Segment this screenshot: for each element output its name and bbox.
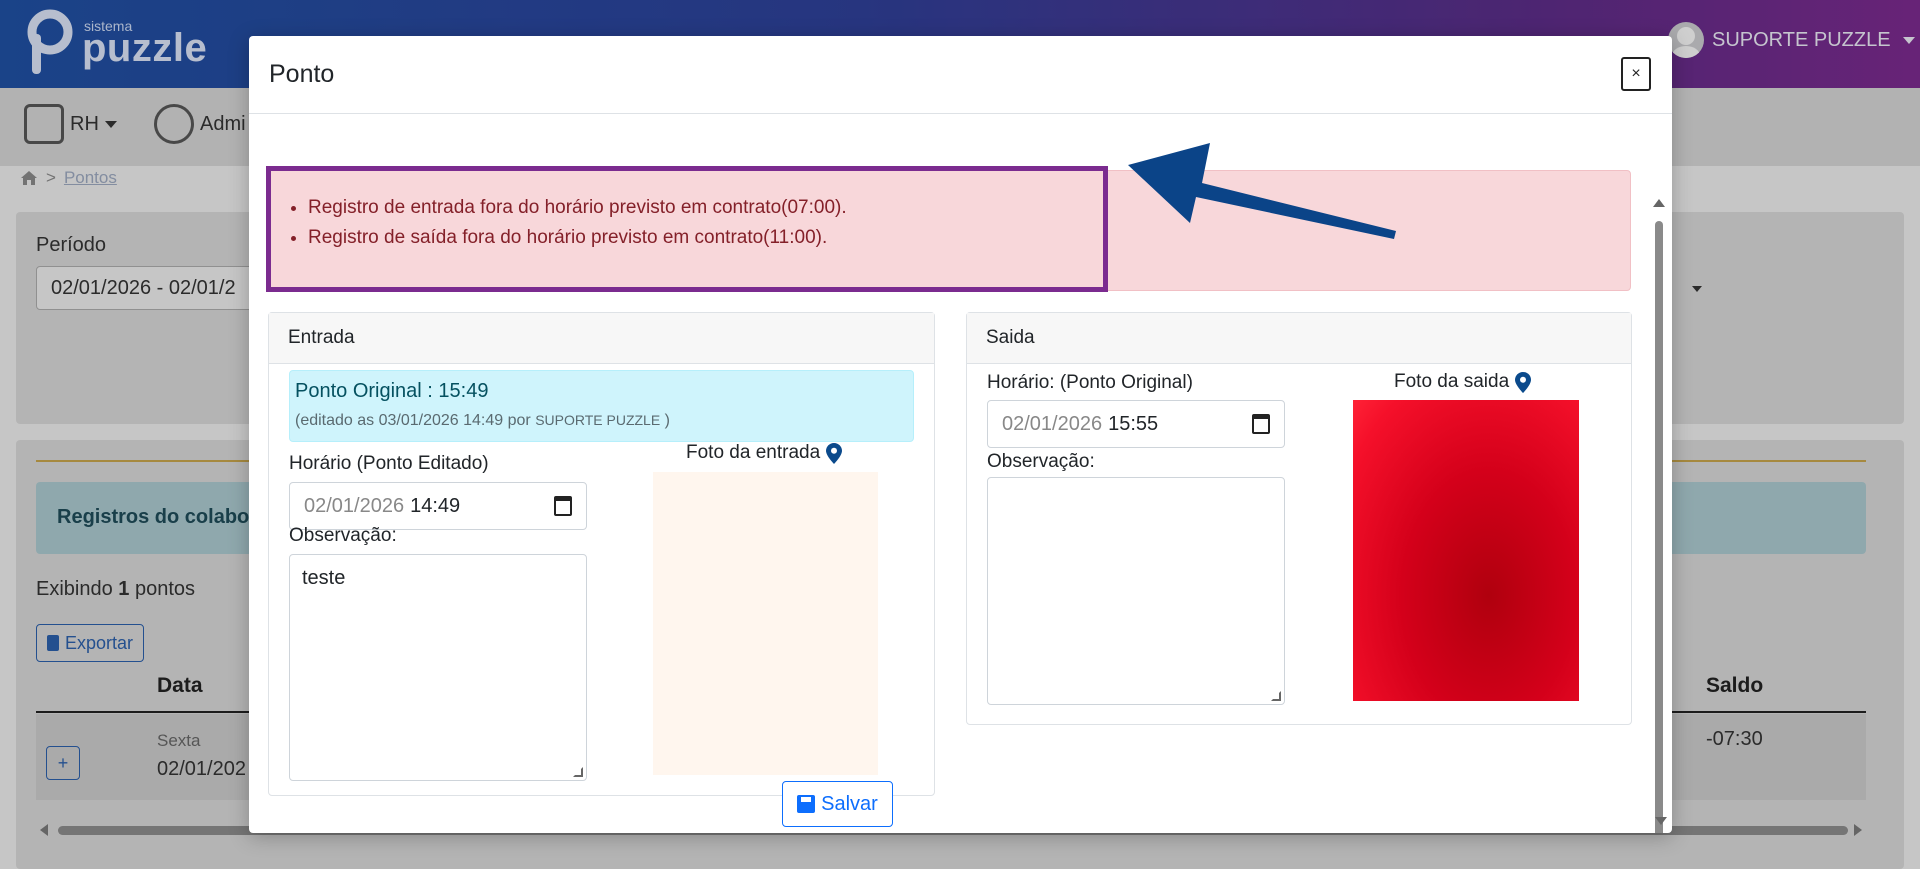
entrada-time: 14:49 — [410, 494, 461, 517]
scrollbar-thumb[interactable] — [1655, 221, 1663, 833]
edit-note-suffix: ) — [660, 412, 670, 429]
saida-datetime-input[interactable]: 02/01/2026 15:55 — [987, 400, 1285, 448]
annotation-arrow-icon — [1128, 143, 1396, 239]
original-info-box: Ponto Original : 15:49 (editado as 03/01… — [289, 370, 914, 442]
edit-note-prefix: (editado as 03/01/2026 14:49 por — [295, 412, 536, 429]
resize-handle-icon[interactable] — [1271, 691, 1281, 701]
entrada-obs-label: Observação: — [289, 525, 397, 546]
entrada-foto-text: Foto da entrada — [686, 442, 821, 463]
resize-handle-icon[interactable] — [573, 767, 583, 777]
scroll-up-icon[interactable] — [1653, 199, 1665, 207]
entrada-card: Entrada Ponto Original : 15:49 (editado … — [268, 312, 935, 796]
original-punch-title: Ponto Original : 15:49 — [295, 380, 489, 402]
modal-body: Registro de entrada fora do horário prev… — [249, 115, 1672, 833]
calendar-icon[interactable] — [1252, 414, 1270, 434]
saida-horario-label: Horário: (Ponto Original) — [987, 372, 1193, 393]
scroll-down-icon[interactable] — [1654, 815, 1668, 827]
ponto-modal: Ponto × Registro de entrada fora do horá… — [249, 36, 1672, 833]
modal-vertical-scrollbar[interactable] — [1652, 199, 1666, 833]
map-pin-icon[interactable] — [1515, 371, 1532, 393]
saida-photo[interactable] — [1353, 400, 1579, 701]
entrada-obs-textarea[interactable]: teste — [289, 554, 587, 781]
entrada-foto-label: Foto da entrada — [686, 442, 843, 464]
entrada-photo[interactable] — [653, 472, 878, 775]
saida-card: Saida Horário: (Ponto Original) 02/01/20… — [966, 312, 1632, 725]
highlight-box — [266, 166, 1108, 292]
entrada-obs-value: teste — [302, 567, 346, 589]
saida-time: 15:55 — [1108, 412, 1159, 435]
entrada-date: 02/01/2026 — [304, 494, 405, 517]
entrada-card-header: Entrada — [269, 313, 934, 364]
save-button[interactable]: Salvar — [782, 781, 893, 827]
entrada-datetime-input[interactable]: 02/01/2026 14:49 — [289, 482, 587, 530]
saida-obs-label: Observação: — [987, 451, 1095, 472]
calendar-icon[interactable] — [554, 496, 572, 516]
modal-title: Ponto — [269, 60, 335, 88]
saida-foto-label: Foto da saida — [1394, 371, 1532, 393]
save-label: Salvar — [821, 792, 878, 815]
edit-note-user: SUPORTE PUZZLE — [535, 412, 661, 428]
saida-obs-textarea[interactable] — [987, 477, 1285, 705]
saida-foto-text: Foto da saida — [1394, 371, 1510, 392]
saida-date: 02/01/2026 — [1002, 412, 1103, 435]
modal-header: Ponto × — [249, 36, 1672, 114]
save-icon — [797, 795, 816, 813]
saida-card-header: Saida — [967, 313, 1631, 364]
map-pin-icon[interactable] — [826, 442, 843, 464]
original-edit-note: (editado as 03/01/2026 14:49 por SUPORTE… — [295, 412, 670, 430]
entrada-horario-label: Horário (Ponto Editado) — [289, 453, 489, 474]
close-button[interactable]: × — [1621, 57, 1651, 91]
